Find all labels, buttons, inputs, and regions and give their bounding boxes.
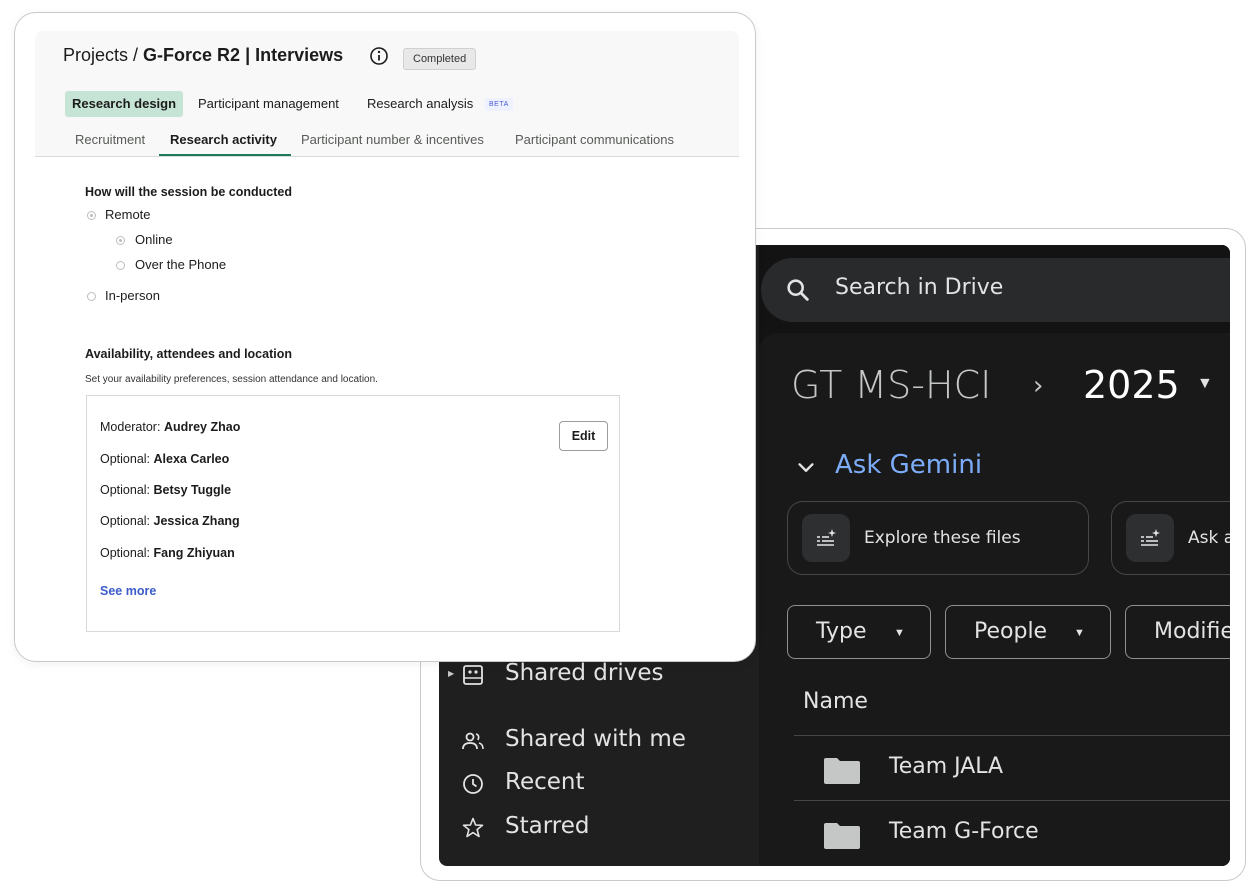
attendee-role: Optional: <box>100 514 151 528</box>
attendee-role: Moderator: <box>100 420 161 434</box>
file-row[interactable]: Team JALA <box>794 736 1230 800</box>
chevron-down-icon[interactable] <box>795 457 817 479</box>
nav-shared-with-me[interactable]: Shared with me <box>439 723 759 759</box>
folder-menu-caret-icon[interactable]: ▼ <box>1197 375 1213 393</box>
file-row[interactable]: Team G-Force <box>794 801 1230 865</box>
attendee-name: Alexa Carleo <box>153 452 230 466</box>
radio-label-over-the-phone[interactable]: Over the Phone <box>135 257 226 272</box>
beta-badge: BETA <box>485 98 513 111</box>
sparkle-list-icon <box>1126 514 1174 562</box>
filter-label: People <box>974 619 1048 644</box>
attendee-optional: Optional: Betsy Tuggle <box>100 483 231 497</box>
attendee-moderator: Moderator: Audrey Zhao <box>100 420 240 434</box>
edit-button[interactable]: Edit <box>559 421 608 451</box>
attendees-box: Moderator: Audrey Zhao Optional: Alexa C… <box>86 395 620 632</box>
attendee-name: Betsy Tuggle <box>153 483 232 497</box>
filter-people-chip[interactable]: People ▼ <box>945 605 1111 659</box>
suggestion-explore-files[interactable]: Explore these files <box>787 501 1089 575</box>
attendee-optional: Optional: Fang Zhiyuan <box>100 546 235 560</box>
caret-down-icon: ▼ <box>1074 627 1085 639</box>
session-question: How will the session be conducted <box>85 185 292 199</box>
subtab-research-activity[interactable]: Research activity <box>170 132 277 147</box>
radio-label-in-person[interactable]: In-person <box>105 288 160 303</box>
file-name: Team G-Force <box>889 819 1039 844</box>
breadcrumb-separator: › <box>1033 371 1044 401</box>
caret-down-icon: ▼ <box>894 627 905 639</box>
tab-research-analysis[interactable]: Research analysis <box>367 91 473 117</box>
attendee-name: Audrey Zhao <box>163 420 241 434</box>
shared-drives-icon <box>463 665 483 685</box>
nav-label: Shared drives <box>505 660 664 686</box>
nav-shared-drives[interactable]: ▶ Shared drives <box>439 657 759 693</box>
attendee-name: Fang Zhiyuan <box>153 546 235 560</box>
page-title: G-Force R2 | Interviews <box>143 45 344 65</box>
nav-starred[interactable]: Starred <box>439 810 759 846</box>
sparkle-list-icon <box>802 514 850 562</box>
nav-label: Starred <box>505 813 590 839</box>
radio-in-person[interactable] <box>87 292 96 301</box>
filter-label: Type <box>816 619 867 644</box>
suggestion-label: Ask a <box>1188 528 1230 548</box>
radio-over-the-phone[interactable] <box>116 261 125 270</box>
research-screenshot-card: Projects / G-Force R2 | Interviews Compl… <box>14 12 756 662</box>
suggestion-ask[interactable]: Ask a <box>1111 501 1230 575</box>
nav-recent[interactable]: Recent <box>439 766 759 802</box>
attendee-name: Jessica Zhang <box>153 514 240 528</box>
attendee-role: Optional: <box>100 452 151 466</box>
attendee-optional: Optional: Alexa Carleo <box>100 452 229 466</box>
ask-gemini-toggle[interactable]: Ask Gemini <box>835 450 982 480</box>
attendee-role: Optional: <box>100 483 151 497</box>
star-icon <box>462 817 484 838</box>
subtab-recruitment[interactable]: Recruitment <box>75 132 145 147</box>
attendee-optional: Optional: Jessica Zhang <box>100 514 240 528</box>
nav-label: Recent <box>505 769 585 795</box>
availability-description: Set your availability preferences, sessi… <box>85 374 378 385</box>
tabs-divider <box>35 156 739 157</box>
availability-title: Availability, attendees and location <box>85 347 292 361</box>
status-badge: Completed <box>403 48 477 70</box>
file-name: Team JALA <box>889 754 1004 779</box>
subtab-participant-communications[interactable]: Participant communications <box>515 132 674 147</box>
shared-with-me-icon <box>462 732 484 750</box>
filter-modified-chip[interactable]: Modifie <box>1125 605 1230 659</box>
radio-label-online[interactable]: Online <box>135 232 173 247</box>
subtab-participant-number-incentives[interactable]: Participant number & incentives <box>301 132 484 147</box>
filter-type-chip[interactable]: Type ▼ <box>787 605 931 659</box>
column-header-name[interactable]: Name <box>803 689 868 714</box>
breadcrumb-projects-link[interactable]: Projects / <box>63 45 138 65</box>
see-more-link[interactable]: See more <box>100 584 156 598</box>
breadcrumb-root[interactable]: GT MS-HCI <box>791 363 991 407</box>
clock-icon <box>463 774 483 794</box>
breadcrumb-current-folder[interactable]: 2025 <box>1083 363 1180 407</box>
search-icon <box>787 279 809 301</box>
radio-online[interactable] <box>116 236 125 245</box>
search-input-placeholder[interactable]: Search in Drive <box>835 275 1003 300</box>
expand-arrow-icon[interactable]: ▶ <box>448 669 454 678</box>
breadcrumb: Projects / G-Force R2 | Interviews <box>63 45 343 66</box>
attendee-role: Optional: <box>100 546 151 560</box>
filter-label: Modifie <box>1154 619 1230 644</box>
radio-remote[interactable] <box>87 211 96 220</box>
folder-icon <box>824 758 860 784</box>
folder-icon <box>824 823 860 849</box>
nav-label: Shared with me <box>505 726 686 752</box>
suggestion-label: Explore these files <box>864 528 1021 548</box>
radio-label-remote[interactable]: Remote <box>105 207 151 222</box>
info-icon[interactable] <box>369 46 389 66</box>
tab-research-design[interactable]: Research design <box>65 91 184 117</box>
tab-participant-management[interactable]: Participant management <box>198 91 339 117</box>
